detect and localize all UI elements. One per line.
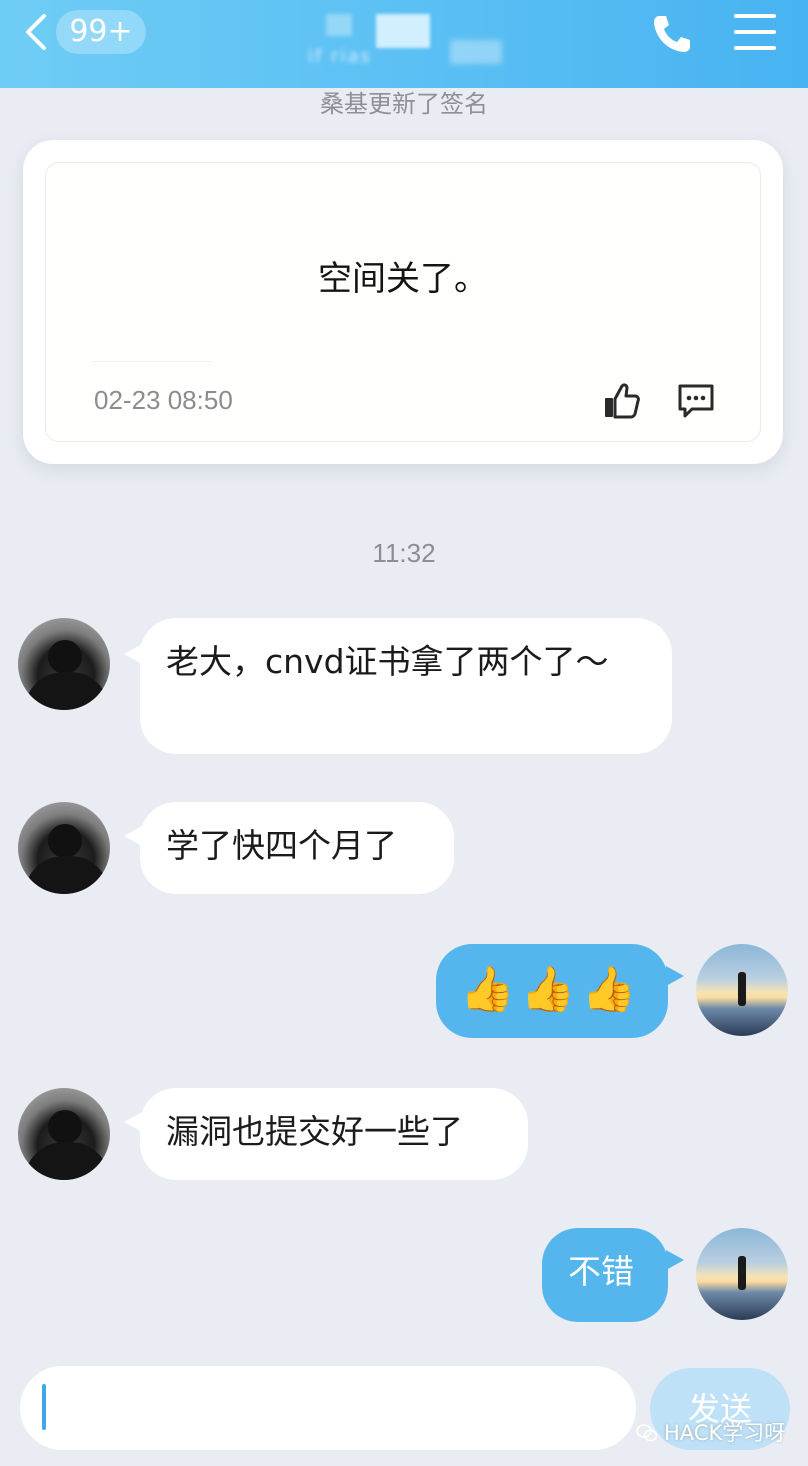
message-bubble[interactable]: 漏洞也提交好一些了 [140,1088,528,1180]
time-divider: 11:32 [372,538,436,568]
contact-avatar[interactable] [18,618,110,710]
message-bubble[interactable]: 👍👍👍 [436,944,668,1038]
thumbs-up-emoji: 👍👍👍 [460,964,643,1015]
signature-text: 空间关了。 [318,259,488,299]
chat-title[interactable]: if rias [300,10,520,76]
message-text: 学了快四个月了 [166,826,397,865]
watermark-text: HACK学习呀 [664,1421,786,1445]
wechat-icon [636,1424,658,1442]
thumbs-up-icon[interactable] [602,381,642,421]
divider [92,361,212,362]
comment-icon[interactable] [676,383,716,419]
message-input[interactable] [20,1366,636,1450]
watermark: HACK学习呀 [636,1418,785,1448]
chevron-left-icon[interactable] [22,12,52,52]
contact-avatar[interactable] [18,802,110,894]
unread-badge[interactable]: 99+ [56,10,146,54]
message-bubble[interactable]: 老大，cnvd证书拿了两个了～ [140,618,672,754]
signature-update-notice: 桑基更新了签名 [320,90,488,118]
hamburger-menu-icon[interactable] [734,14,776,50]
message-text: 老大，cnvd证书拿了两个了～ [166,642,609,681]
contact-avatar[interactable] [18,1088,110,1180]
message-text: 不错 [568,1252,634,1291]
message-bubble[interactable]: 学了快四个月了 [140,802,454,894]
signature-card[interactable]: 空间关了。 02-23 08:50 [23,140,783,464]
signature-timestamp: 02-23 08:50 [94,385,233,415]
my-avatar[interactable] [696,1228,788,1320]
message-bubble[interactable]: 不错 [542,1228,668,1322]
phone-icon[interactable] [650,12,694,56]
chat-title-text: if rias [308,46,372,67]
message-text: 漏洞也提交好一些了 [166,1112,463,1151]
text-caret [42,1384,46,1430]
chat-header: 99+ if rias [0,0,808,88]
my-avatar[interactable] [696,944,788,1036]
